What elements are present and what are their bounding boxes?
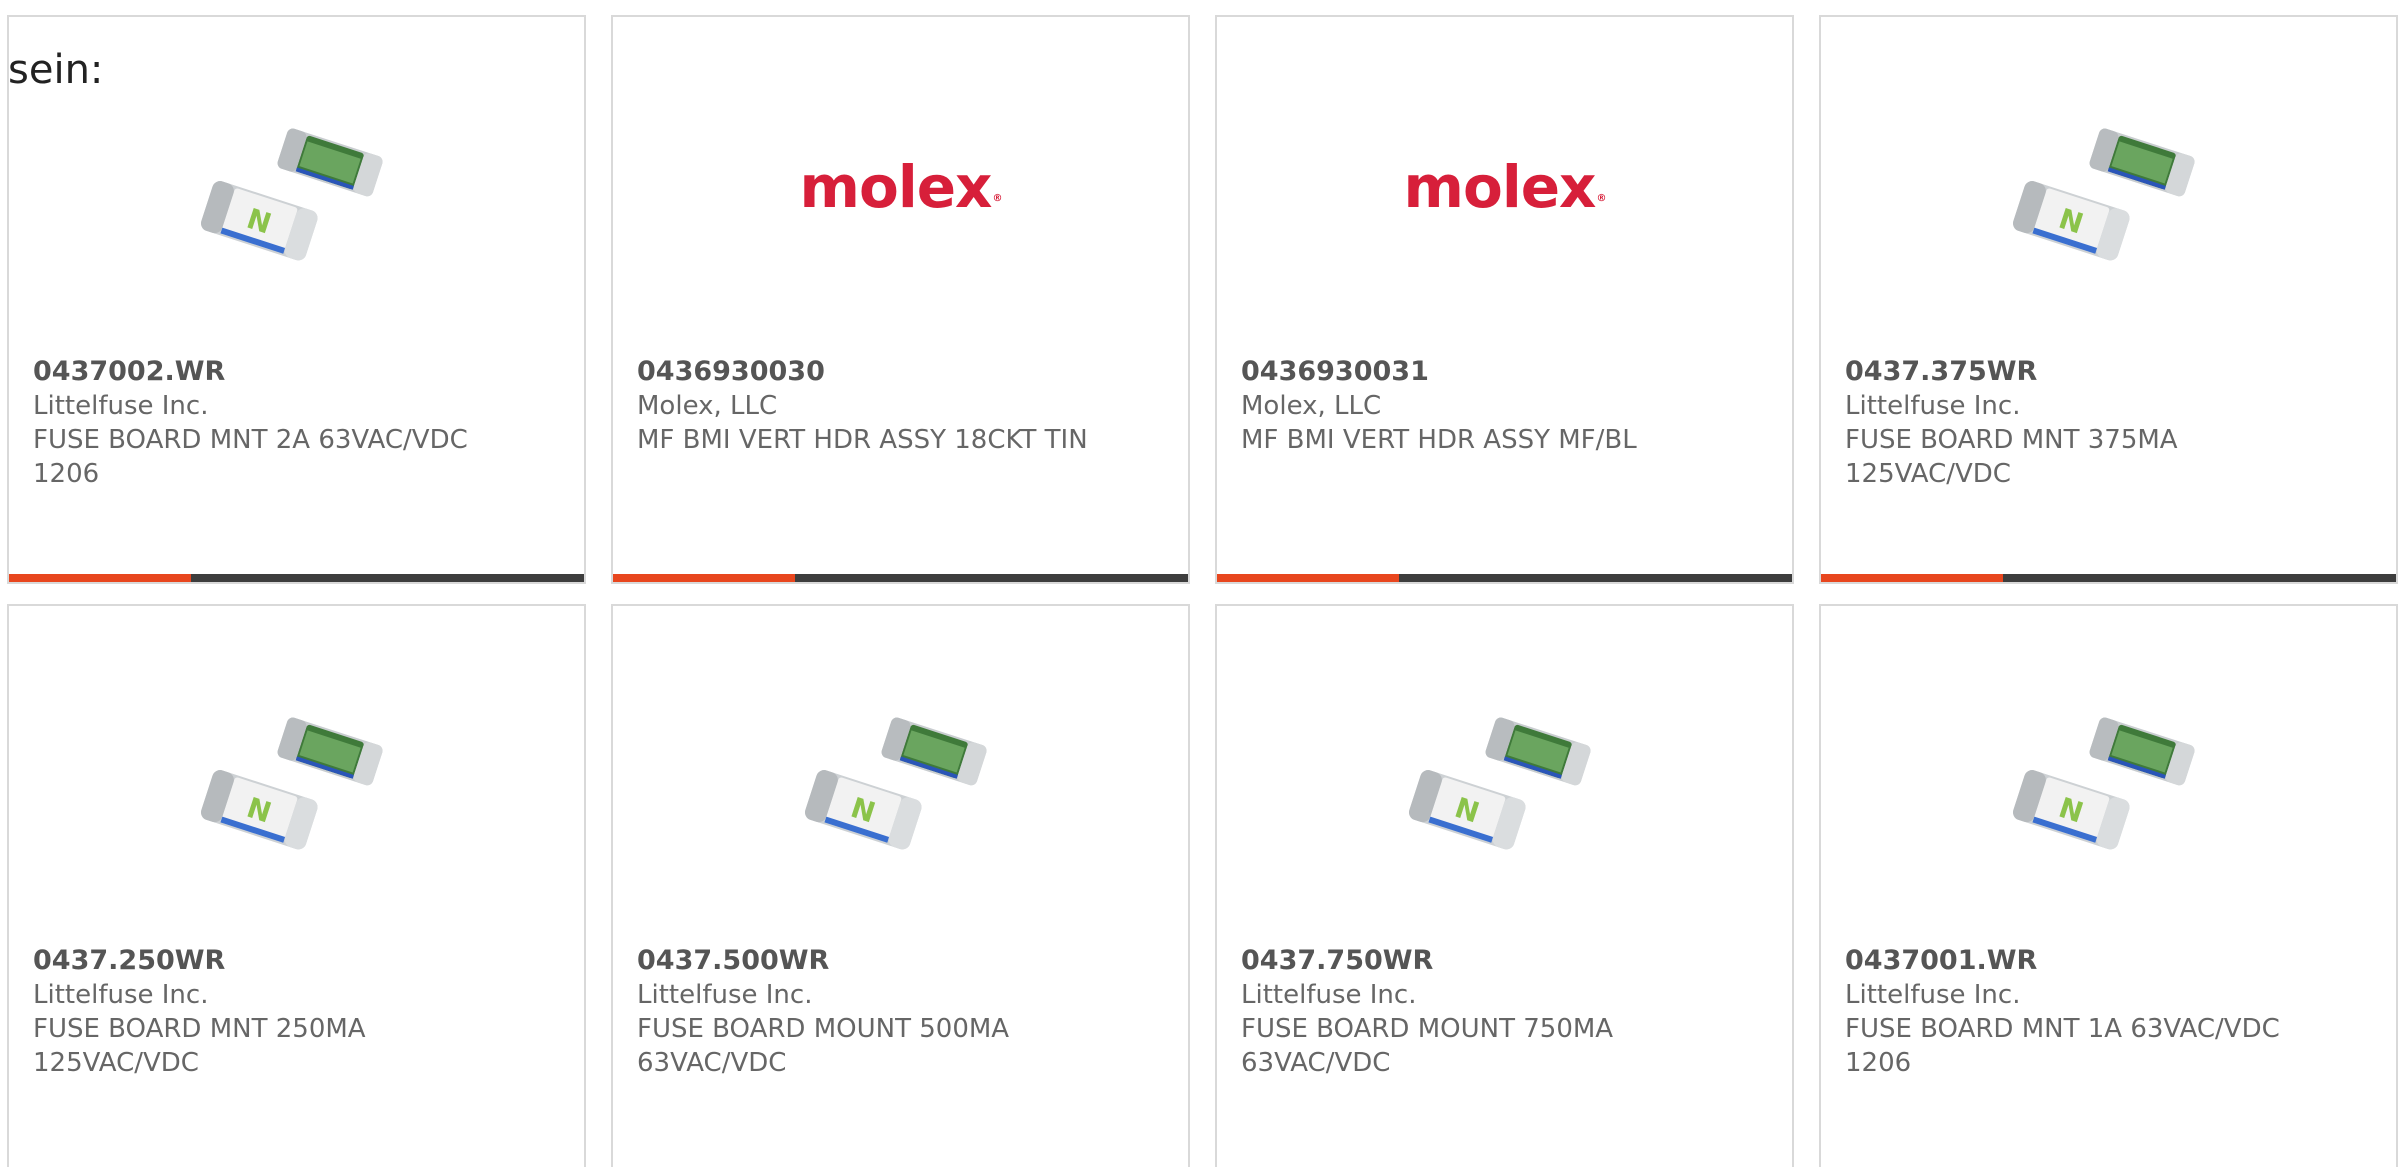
card-bottom-bar (613, 574, 1188, 582)
product-card[interactable]: N 0437.250WR Littelfuse Inc. FUSE BOARD … (7, 604, 586, 1167)
registered-mark: ® (992, 193, 1002, 204)
part-number-link[interactable]: 0436930031 (1241, 355, 1721, 389)
part-number-link[interactable]: 0437.375WR (1845, 355, 2325, 389)
manufacturer-name: Littelfuse Inc. (33, 391, 209, 421)
registered-mark: ® (1596, 193, 1606, 204)
product-card[interactable]: N 0437.750WR Littelfuse Inc. FUSE BOARD … (1215, 604, 1794, 1167)
manufacturer-name: Littelfuse Inc. (33, 980, 209, 1010)
fuse-photo-icon: N (2012, 128, 2195, 261)
part-number-link[interactable]: 0437.250WR (33, 944, 513, 978)
logo-text: molex (799, 153, 993, 221)
product-image[interactable]: N (197, 87, 397, 287)
product-card[interactable]: N 0437.375WR Littelfuse Inc. FUSE BOARD … (1819, 15, 2398, 584)
card-accent-bar (613, 574, 795, 582)
product-description: FUSE BOARD MNT 250MA 125VAC/VDC (33, 1014, 366, 1078)
card-accent-bar (1821, 574, 2003, 582)
logo-text: molex (1403, 153, 1597, 221)
product-description: FUSE BOARD MNT 375MA 125VAC/VDC (1845, 425, 2178, 489)
manufacturer-name: Molex, LLC (637, 391, 778, 421)
product-info: 0437.250WR Littelfuse Inc. FUSE BOARD MN… (33, 944, 513, 1080)
product-card[interactable]: N 0437002.WR Littelfuse Inc. FUSE BOARD … (7, 15, 586, 584)
product-info: 0437002.WR Littelfuse Inc. FUSE BOARD MN… (33, 355, 513, 491)
fuse-photo-icon: N (2012, 717, 2195, 850)
product-card[interactable]: N 0437.500WR Littelfuse Inc. FUSE BOARD … (611, 604, 1190, 1167)
fuse-photo-icon: N (804, 717, 987, 850)
manufacturer-name: Littelfuse Inc. (637, 980, 813, 1010)
part-number-link[interactable]: 0437.750WR (1241, 944, 1721, 978)
product-description: FUSE BOARD MOUNT 500MA 63VAC/VDC (637, 1014, 1010, 1078)
manufacturer-name: Molex, LLC (1241, 391, 1382, 421)
product-info: 0436930031 Molex, LLC MF BMI VERT HDR AS… (1241, 355, 1721, 457)
molex-logo[interactable]: molex® (1217, 157, 1792, 217)
product-info: 0437.500WR Littelfuse Inc. FUSE BOARD MO… (637, 944, 1117, 1080)
card-accent-bar (9, 574, 191, 582)
part-number-link[interactable]: 0437002.WR (33, 355, 513, 389)
molex-logo[interactable]: molex® (613, 157, 1188, 217)
product-info: 0437.375WR Littelfuse Inc. FUSE BOARD MN… (1845, 355, 2325, 491)
product-image[interactable]: N (2009, 676, 2209, 876)
product-description: MF BMI VERT HDR ASSY 18CKT TIN (637, 425, 1088, 455)
product-image[interactable]: N (2009, 87, 2209, 287)
product-card[interactable]: N 0437001.WR Littelfuse Inc. FUSE BOARD … (1819, 604, 2398, 1167)
product-grid: N 0437002.WR Littelfuse Inc. FUSE BOARD … (0, 0, 2400, 1167)
product-card[interactable]: molex® 0436930031 Molex, LLC MF BMI VERT… (1215, 15, 1794, 584)
card-accent-bar (1217, 574, 1399, 582)
product-image[interactable]: N (197, 676, 397, 876)
card-bottom-bar (9, 574, 584, 582)
manufacturer-name: Littelfuse Inc. (1845, 391, 2021, 421)
part-number-link[interactable]: 0437001.WR (1845, 944, 2325, 978)
product-description: FUSE BOARD MNT 2A 63VAC/VDC 1206 (33, 425, 468, 489)
product-info: 0437001.WR Littelfuse Inc. FUSE BOARD MN… (1845, 944, 2325, 1080)
manufacturer-name: Littelfuse Inc. (1845, 980, 2021, 1010)
product-description: FUSE BOARD MNT 1A 63VAC/VDC 1206 (1845, 1014, 2280, 1078)
product-info: 0436930030 Molex, LLC MF BMI VERT HDR AS… (637, 355, 1117, 457)
product-description: FUSE BOARD MOUNT 750MA 63VAC/VDC (1241, 1014, 1614, 1078)
product-image[interactable]: N (1405, 676, 1605, 876)
fuse-photo-icon: N (200, 717, 383, 850)
product-card[interactable]: molex® 0436930030 Molex, LLC MF BMI VERT… (611, 15, 1190, 584)
card-bottom-bar (1217, 574, 1792, 582)
product-info: 0437.750WR Littelfuse Inc. FUSE BOARD MO… (1241, 944, 1721, 1080)
manufacturer-name: Littelfuse Inc. (1241, 980, 1417, 1010)
card-bottom-bar (1821, 574, 2396, 582)
fuse-photo-icon: N (1408, 717, 1591, 850)
product-image[interactable]: N (801, 676, 1001, 876)
product-description: MF BMI VERT HDR ASSY MF/BL (1241, 425, 1637, 455)
part-number-link[interactable]: 0436930030 (637, 355, 1117, 389)
part-number-link[interactable]: 0437.500WR (637, 944, 1117, 978)
intro-text: sein: (8, 47, 104, 93)
fuse-photo-icon: N (200, 128, 383, 261)
